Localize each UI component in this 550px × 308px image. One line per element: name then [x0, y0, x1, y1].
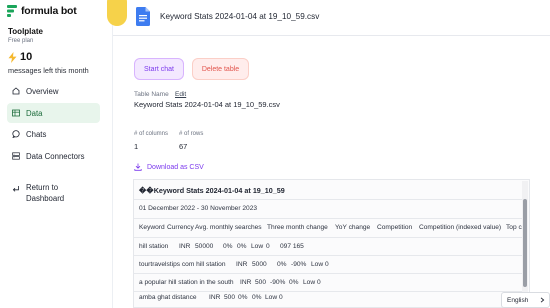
rows-label: # of rows [179, 131, 204, 137]
language-selector[interactable]: English [501, 292, 550, 308]
document-file-icon [136, 7, 150, 26]
brand[interactable]: formula bot [7, 5, 77, 17]
edit-table-name-link[interactable]: Edit [175, 91, 186, 98]
scrollbar-thumb[interactable] [523, 199, 527, 287]
chat-bubble-icon [12, 130, 20, 138]
table-cell: 0% [238, 294, 248, 301]
nav-overview[interactable]: Overview [7, 81, 100, 101]
language-label: English [507, 296, 529, 304]
data-preview: ��Keyword Stats 2024-01-04 at 19_10_59 0… [133, 179, 530, 308]
header-cell: Avg. monthly searches [195, 224, 262, 231]
download-csv-link[interactable]: Download as CSV [134, 163, 204, 171]
table-cell: 0 [279, 294, 283, 301]
credits-count: 10 [20, 51, 33, 63]
table-cell: 0% [289, 279, 299, 286]
table-cell: 0 [325, 261, 329, 268]
start-chat-button[interactable]: Start chat [134, 58, 184, 80]
chevron-right-icon [540, 297, 545, 303]
header-cell: Competition (indexed value) [419, 224, 502, 231]
nav-data[interactable]: Data [7, 103, 100, 123]
table-cell: 500 [255, 279, 267, 286]
nav-chats-label: Chats [26, 129, 47, 139]
table-cell: 097 165 [280, 243, 304, 250]
return-arrow-icon [12, 186, 19, 192]
credits-label: messages left this month [8, 66, 89, 75]
row-divider [134, 273, 523, 274]
table-cell: amba ghat distance [139, 294, 197, 301]
table-cell: a popular hill station in the south [139, 279, 234, 286]
lightning-bolt-icon [8, 51, 17, 63]
workspace-plan: Free plan [8, 38, 34, 44]
nav-data-label: Data [26, 108, 43, 118]
table-name-label: Table Name [134, 91, 169, 98]
table-cell: 0% [252, 294, 262, 301]
data-preview-title: ��Keyword Stats 2024-01-04 at 19_10_59 [139, 186, 285, 195]
header-cell: Competition [377, 224, 413, 231]
table-cell: Low [303, 279, 316, 286]
table-cell: hill station [139, 243, 169, 250]
header-cell: YoY change [335, 224, 371, 231]
file-header: Keyword Stats 2024-01-04 at 19_10_59.csv [107, 0, 550, 36]
nav-data-connectors-label: Data Connectors [26, 151, 85, 161]
nav-data-connectors[interactable]: Data Connectors [7, 146, 100, 166]
decorative-blob [107, 0, 127, 26]
home-icon [12, 87, 20, 95]
table-cell: Low [311, 261, 324, 268]
workspace-name: Toolplate [8, 27, 43, 36]
brand-name: formula bot [21, 5, 77, 17]
table-cell: 0% [223, 243, 233, 250]
table-cell: 0% [237, 243, 247, 250]
main-panel: Keyword Stats 2024-01-04 at 19_10_59.csv… [107, 0, 550, 308]
header-cell: Keyword [139, 224, 165, 231]
sidebar: formula bot Toolplate Free plan 10 messa… [0, 0, 113, 308]
table-cell: Low [265, 294, 278, 301]
table-cell: INR [236, 261, 248, 268]
columns-label: # of columns [134, 131, 169, 137]
file-title: Keyword Stats 2024-01-04 at 19_10_59.csv [160, 12, 320, 21]
table-icon [12, 109, 20, 117]
credits: 10 [8, 51, 32, 63]
row-divider [134, 255, 523, 256]
return-to-dashboard[interactable]: Return to Dashboard [12, 182, 86, 204]
table-cell: 50000 [195, 243, 214, 250]
header-cell: Currency [167, 224, 194, 231]
table-cell: -90% [291, 261, 307, 268]
download-icon [134, 163, 142, 171]
table-cell: tourtravelstips com hill station [139, 261, 226, 268]
table-cell: INR [179, 243, 191, 250]
table-cell: INR [209, 294, 221, 301]
date-range-cell: 01 December 2022 - 30 November 2023 [139, 205, 258, 212]
table-cell: 0 [317, 279, 321, 286]
nav-chats[interactable]: Chats [7, 124, 100, 144]
rows-count: 67 [179, 142, 188, 151]
download-csv-label: Download as CSV [147, 163, 204, 171]
table-cell: Low [251, 243, 264, 250]
table-cell: -90% [270, 279, 286, 286]
table-cell: 5000 [252, 261, 267, 268]
row-divider [134, 237, 523, 238]
table-name: Keyword Stats 2024-01-04 at 19_10_59.csv [134, 100, 280, 109]
table-cell: 0% [277, 261, 287, 268]
row-divider [134, 291, 523, 292]
row-divider [134, 218, 523, 219]
table-cell: INR [240, 279, 252, 286]
table-cell: 500 [224, 294, 236, 301]
columns-count: 1 [134, 142, 139, 151]
formula-bot-logo-icon [7, 5, 17, 17]
return-to-dashboard-label: Return to Dashboard [26, 183, 65, 203]
table-cell: 0 [266, 243, 270, 250]
delete-table-button[interactable]: Delete table [192, 58, 249, 80]
row-divider [134, 199, 523, 200]
nav-overview-label: Overview [26, 86, 59, 96]
header-cell: Three month change [267, 224, 328, 231]
server-icon [12, 152, 20, 160]
header-cell: Top c [506, 224, 522, 231]
vertical-scrollbar[interactable] [522, 181, 528, 307]
